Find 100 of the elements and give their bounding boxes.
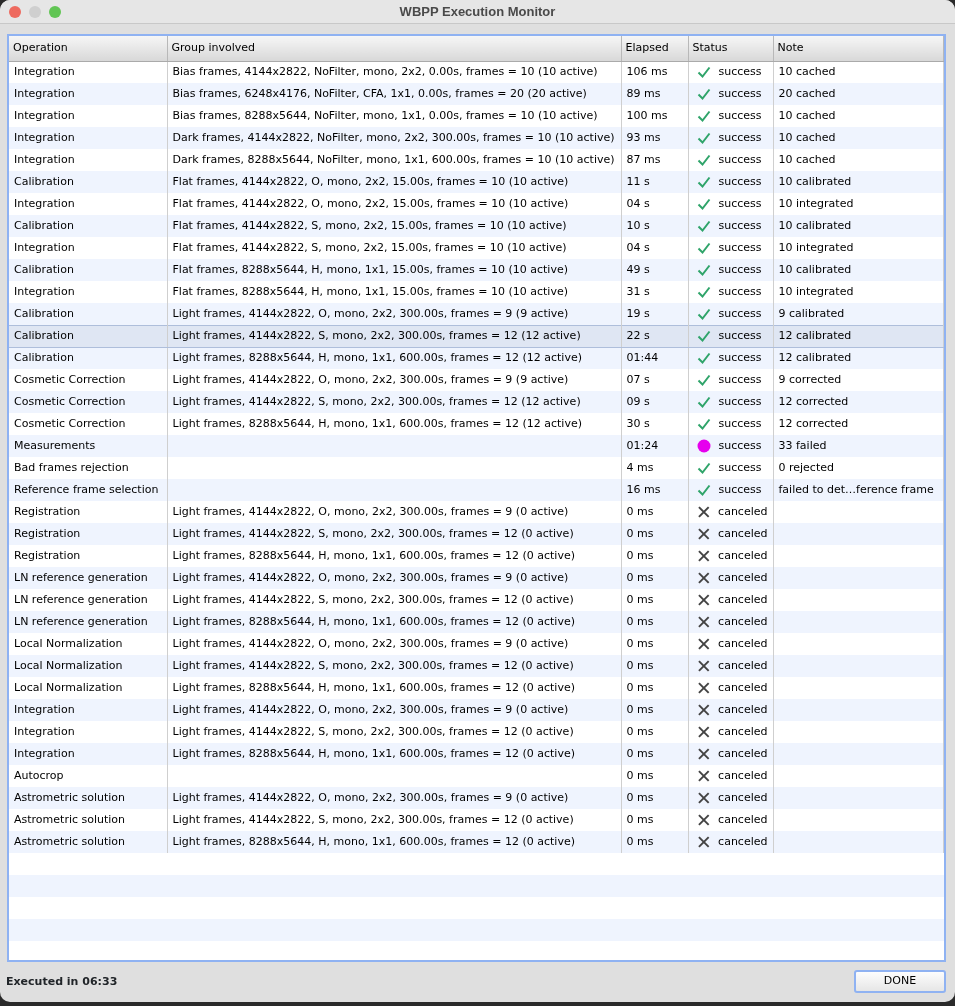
table-cell: Light frames, 4144x2822, S, mono, 2x2, 300.00s, frames = 12 (0 active) [167, 655, 621, 677]
table-row[interactable]: Integration Bias frames, 6248x4176, NoFilter, CFA, 1x1, 0.00s, frames = 20 (20 active) 89 ms success 20 cached [9, 83, 944, 105]
table-cell: Integration [9, 699, 167, 721]
check-icon [696, 483, 711, 497]
status-text: success [718, 173, 762, 190]
table-cell: 10 s [621, 215, 688, 237]
table-row[interactable]: Cosmetic Correction Light frames, 4144x2822, S, mono, 2x2, 300.00s, frames = 12 (12 active) 09 s success 12 corrected [9, 391, 944, 413]
check-icon [696, 175, 711, 189]
cross-icon [696, 571, 711, 585]
status-text: canceled [718, 591, 768, 608]
cross-icon [696, 593, 711, 607]
cross-icon [696, 505, 711, 519]
check-icon [696, 131, 711, 145]
table-cell: Light frames, 4144x2822, S, mono, 2x2, 300.00s, frames = 12 (12 active) [167, 391, 621, 413]
table-row[interactable]: LN reference generation Light frames, 4144x2822, O, mono, 2x2, 300.00s, frames = 9 (0 active) 0 ms canceled [9, 567, 944, 589]
table-cell: Light frames, 4144x2822, O, mono, 2x2, 300.00s, frames = 9 (0 active) [167, 699, 621, 721]
table-cell: 0 ms [621, 611, 688, 633]
table-cell: Light frames, 8288x5644, H, mono, 1x1, 600.00s, frames = 12 (0 active) [167, 743, 621, 765]
check-icon [696, 285, 711, 299]
status-text: success [718, 107, 762, 124]
status-text: canceled [718, 811, 768, 828]
status-text: canceled [718, 789, 768, 806]
table-row[interactable]: Calibration Flat frames, 4144x2822, O, mono, 2x2, 15.00s, frames = 10 (10 active) 11 s success 10 calibrated [9, 171, 944, 193]
execution-summary: Executed in 06:33 [6, 974, 118, 988]
table-cell: 09 s [621, 391, 688, 413]
cross-icon [696, 549, 711, 563]
status-text: success [718, 371, 762, 388]
status-text: canceled [718, 767, 768, 784]
table-cell: 10 calibrated [773, 215, 944, 237]
status-text: canceled [718, 613, 768, 630]
table-cell: 0 ms [621, 787, 688, 809]
status-text: success [718, 239, 762, 256]
table-cell: Integration [9, 743, 167, 765]
table-cell: Light frames, 4144x2822, S, mono, 2x2, 300.00s, frames = 12 (12 active) [167, 325, 621, 347]
status-text: canceled [718, 635, 768, 652]
table-row[interactable]: Calibration Flat frames, 8288x5644, H, mono, 1x1, 15.00s, frames = 10 (10 active) 49 s success 10 calibrated [9, 259, 944, 281]
table-cell: Integration [9, 83, 167, 105]
status-text: success [718, 151, 762, 168]
table-cell: Flat frames, 4144x2822, O, mono, 2x2, 15.00s, frames = 10 (10 active) [167, 171, 621, 193]
dot-icon [696, 439, 711, 453]
check-icon [696, 351, 711, 366]
cross-icon [696, 659, 711, 673]
table-cell: LN reference generation [9, 611, 167, 633]
table-cell: 33 failed [773, 435, 944, 457]
table-cell: Astrometric solution [9, 831, 167, 853]
table-row[interactable]: Measurements 01:24 success 33 failed [9, 435, 944, 457]
check-icon [696, 306, 711, 321]
table-row[interactable]: Calibration Light frames, 8288x5644, H, mono, 1x1, 600.00s, frames = 12 (12 active) 01:44 success 12 calibrated [9, 347, 944, 369]
table-cell: Calibration [9, 347, 167, 369]
status-text: canceled [718, 525, 768, 542]
check-icon [696, 197, 711, 211]
table-row[interactable]: LN reference generation Light frames, 8288x5644, H, mono, 1x1, 600.00s, frames = 12 (0 active) 0 ms canceled [9, 611, 944, 633]
table-cell: 12 calibrated [773, 325, 944, 347]
check-icon [696, 263, 711, 277]
table-row[interactable]: Calibration Flat frames, 4144x2822, S, mono, 2x2, 15.00s, frames = 10 (10 active) 10 s success 10 calibrated [9, 215, 944, 237]
cross-icon [696, 747, 711, 761]
table-row[interactable]: Integration Dark frames, 4144x2822, NoFilter, mono, 2x2, 300.00s, frames = 10 (10 active) 93 ms success 10 cached [9, 127, 944, 149]
table-row[interactable]: Astrometric solution Light frames, 8288x5644, H, mono, 1x1, 600.00s, frames = 12 (0 active) 0 ms canceled [9, 831, 944, 853]
zoom-button[interactable] [49, 5, 61, 18]
table-row[interactable]: Integration Light frames, 4144x2822, O, mono, 2x2, 300.00s, frames = 9 (0 active) 0 ms canceled [9, 699, 944, 721]
table-cell: 01:24 [621, 435, 688, 457]
status-text: canceled [718, 503, 768, 520]
table-cell: 12 corrected [773, 391, 944, 413]
status-text: canceled [718, 679, 768, 696]
status-text: canceled [718, 723, 768, 740]
table-cell: Local Normalization [9, 655, 167, 677]
table-row[interactable]: Reference frame selection 16 ms success failed to det…ference frame [9, 479, 944, 501]
status-text: success [718, 261, 762, 278]
table-cell: 0 ms [621, 743, 688, 765]
check-icon [696, 65, 711, 80]
table-cell: Dark frames, 4144x2822, NoFilter, mono, 2x2, 300.00s, frames = 10 (10 active) [167, 127, 621, 149]
status-text: canceled [718, 657, 768, 674]
table-cell: 01:44 [621, 347, 688, 369]
column-header[interactable]: Note [773, 36, 944, 61]
table-cell: 16 ms [621, 479, 688, 501]
window-title: WBPP Execution Monitor [399, 4, 556, 19]
table-cell: Calibration [9, 215, 167, 237]
table-row[interactable]: Astrometric solution Light frames, 4144x2822, O, mono, 2x2, 300.00s, frames = 9 (0 active) 0 ms canceled [9, 787, 944, 809]
table-cell: Light frames, 4144x2822, S, mono, 2x2, 300.00s, frames = 12 (0 active) [167, 523, 621, 545]
cross-icon [696, 637, 711, 651]
table-row[interactable]: Integration Light frames, 8288x5644, H, mono, 1x1, 600.00s, frames = 12 (0 active) 0 ms canceled [9, 743, 944, 765]
check-icon [696, 329, 711, 343]
table-cell: 0 ms [621, 699, 688, 721]
column-header[interactable]: Operation [9, 36, 167, 61]
check-icon [696, 109, 711, 123]
table-row[interactable]: Registration Light frames, 4144x2822, S, mono, 2x2, 300.00s, frames = 12 (0 active) 0 ms canceled [9, 523, 944, 545]
cross-icon [696, 835, 711, 849]
close-button[interactable] [9, 5, 21, 18]
status-text: success [718, 283, 762, 300]
table-cell: 89 ms [621, 83, 688, 105]
column-header[interactable]: Status [688, 36, 773, 61]
column-header[interactable]: Elapsed [621, 36, 688, 61]
table-cell: 20 cached [773, 83, 944, 105]
status-text: canceled [718, 569, 768, 586]
done-button[interactable]: DONE [854, 969, 946, 993]
check-icon [696, 153, 711, 167]
column-header[interactable]: Group involved [167, 36, 621, 61]
table-row[interactable]: Local Normalization Light frames, 4144x2822, S, mono, 2x2, 300.00s, frames = 12 (0 active) 0 ms canceled [9, 655, 944, 677]
table-row[interactable]: Calibration Light frames, 4144x2822, O, mono, 2x2, 300.00s, frames = 9 (9 active) 19 s success 9 calibrated [9, 303, 944, 325]
table-row[interactable]: Calibration Light frames, 4144x2822, S, mono, 2x2, 300.00s, frames = 12 (12 active) 22 s success 12 calibrated [9, 325, 944, 347]
